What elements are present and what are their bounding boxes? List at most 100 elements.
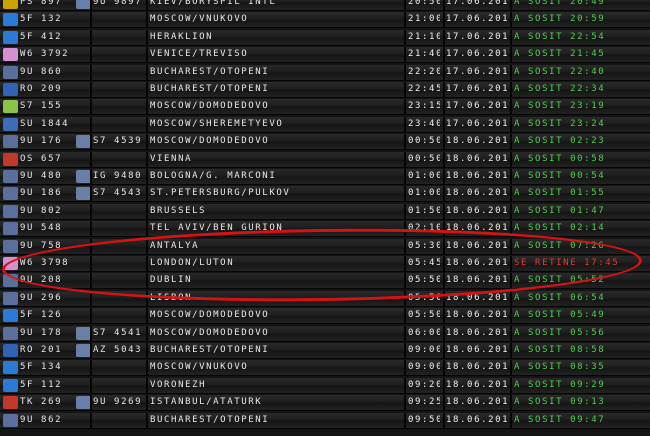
flight-date: 17.06.2018 [446, 14, 508, 25]
column-divider [510, 64, 512, 81]
flight-row: 9U 208 DUBLIN 05:50 18.06.2018 A SOSIT 05:52 [0, 273, 650, 290]
column-divider [146, 308, 148, 325]
flight-status: A SOSIT 20:49 [514, 0, 606, 7]
column-divider [443, 134, 445, 151]
flight-date: 18.06.2018 [446, 327, 508, 338]
column-divider [90, 238, 92, 255]
flight-number: 9U 862 [20, 414, 63, 425]
airline-logo-icon [3, 378, 18, 392]
scheduled-time: 09:25 [408, 397, 440, 408]
scheduled-time: 20:50 [408, 0, 440, 7]
flight-date: 18.06.2018 [446, 310, 508, 321]
flight-row: 9U 860 BUCHAREST/OTOPENI 22:20 17.06.2018 A … [0, 64, 650, 81]
destination: MOSCOW/DOMODEDOVO [150, 136, 270, 147]
scheduled-time: 05:30 [408, 240, 440, 251]
flight-number: 9U 480 [20, 171, 63, 181]
flight-row: W6 3798 LONDON/LUTON 05:45 18.06.2018 SE RET… [0, 256, 650, 272]
scheduled-time: 21:10 [408, 31, 440, 42]
scheduled-time: 05:50 [408, 310, 440, 321]
scheduled-time: 09:00 [408, 362, 440, 373]
destination: LONDON/LUTON [150, 258, 235, 268]
scheduled-time: 22:20 [408, 66, 440, 77]
column-divider [146, 151, 148, 168]
flight-row: 9U 862 BUCHAREST/OTOPENI 09:50 18.06.2018 A … [0, 412, 650, 429]
column-divider [146, 325, 148, 342]
flight-date: 18.06.2018 [446, 136, 508, 147]
flight-date: 18.06.2018 [446, 223, 508, 234]
column-divider [404, 325, 406, 342]
flight-row: W6 3792 VENICE/TREVISO 21:40 17.06.2018 A SO… [0, 47, 650, 64]
column-divider [90, 290, 92, 307]
codeshare-number [93, 239, 143, 254]
airline-logo-icon [3, 291, 18, 305]
flight-number: 9U 802 [20, 205, 63, 216]
column-divider [90, 343, 92, 359]
flight-status: A SOSIT 05:56 [514, 327, 606, 338]
flight-number: 9U 208 [20, 275, 63, 286]
column-divider [146, 238, 148, 255]
column-divider [510, 116, 512, 133]
flight-status: A SOSIT 01:55 [514, 188, 606, 199]
codeshare-logo-icon [76, 170, 91, 183]
column-divider [146, 377, 148, 394]
codeshare-number [93, 65, 143, 80]
column-divider [443, 377, 445, 394]
airline-logo-icon [3, 204, 18, 218]
column-divider [90, 256, 92, 272]
column-divider [146, 82, 148, 98]
flight-status: A SOSIT 09:29 [514, 379, 606, 390]
column-divider [90, 273, 92, 290]
flight-row: 5F 132 MOSCOW/VNUKOVO 21:00 17.06.2018 A SOS… [0, 12, 650, 29]
flight-date: 17.06.2018 [446, 49, 508, 60]
codeshare-number [93, 308, 143, 323]
flight-date: 17.06.2018 [446, 31, 508, 42]
flight-date: 18.06.2018 [446, 414, 508, 425]
destination: ANTALYA [150, 240, 200, 251]
column-divider [510, 82, 512, 98]
scheduled-time: 05:50 [408, 292, 440, 303]
airline-logo-icon [3, 344, 18, 357]
flight-status: A SOSIT 02:23 [514, 136, 606, 147]
flight-status: A SOSIT 22:54 [514, 31, 606, 42]
column-divider [404, 412, 406, 429]
flight-row: TK 269 9U 9269 ISTANBUL/ATATURK 09:25 18.06.… [0, 395, 650, 412]
flight-date: 18.06.2018 [446, 258, 508, 268]
flight-status: A SOSIT 22:34 [514, 84, 606, 94]
column-divider [510, 395, 512, 412]
column-divider [146, 221, 148, 238]
airline-logo-icon [3, 222, 18, 236]
column-divider [90, 99, 92, 116]
airline-logo-icon [3, 274, 18, 288]
flight-date: 18.06.2018 [446, 188, 508, 199]
column-divider [146, 0, 148, 11]
airline-logo-icon [3, 83, 18, 96]
flight-row: 5F 112 VORONEZH 09:20 18.06.2018 A SOSIT 09:… [0, 377, 650, 394]
column-divider [404, 343, 406, 359]
flight-number: 9U 178 [20, 327, 63, 338]
flight-number: 5F 134 [20, 362, 63, 373]
flight-number: TK 269 [20, 397, 63, 408]
column-divider [443, 0, 445, 11]
flight-status: A SOSIT 00:58 [514, 153, 606, 164]
destination: BOLOGNA/G. MARCONI [150, 171, 277, 181]
scheduled-time: 01:00 [408, 188, 440, 199]
destination: HERAKLION [150, 31, 214, 42]
flight-status: A SOSIT 05:49 [514, 310, 606, 321]
flight-number: 9U 296 [20, 292, 63, 303]
flight-row: 9U 176 S7 4539 MOSCOW/DOMODEDOVO 00:50 18.06… [0, 134, 650, 151]
column-divider [146, 116, 148, 133]
airline-logo-icon [3, 361, 18, 375]
scheduled-time: 05:50 [408, 275, 440, 286]
column-divider [146, 395, 148, 412]
column-divider [443, 186, 445, 203]
scheduled-time: 21:00 [408, 14, 440, 25]
flight-date: 17.06.2018 [446, 101, 508, 112]
column-divider [146, 290, 148, 307]
column-divider [146, 12, 148, 29]
scheduled-time: 01:50 [408, 205, 440, 216]
column-divider [443, 64, 445, 81]
airline-logo-icon [3, 48, 18, 62]
column-divider [443, 290, 445, 307]
codeshare-number [93, 413, 143, 428]
flight-number: S7 155 [20, 101, 63, 112]
